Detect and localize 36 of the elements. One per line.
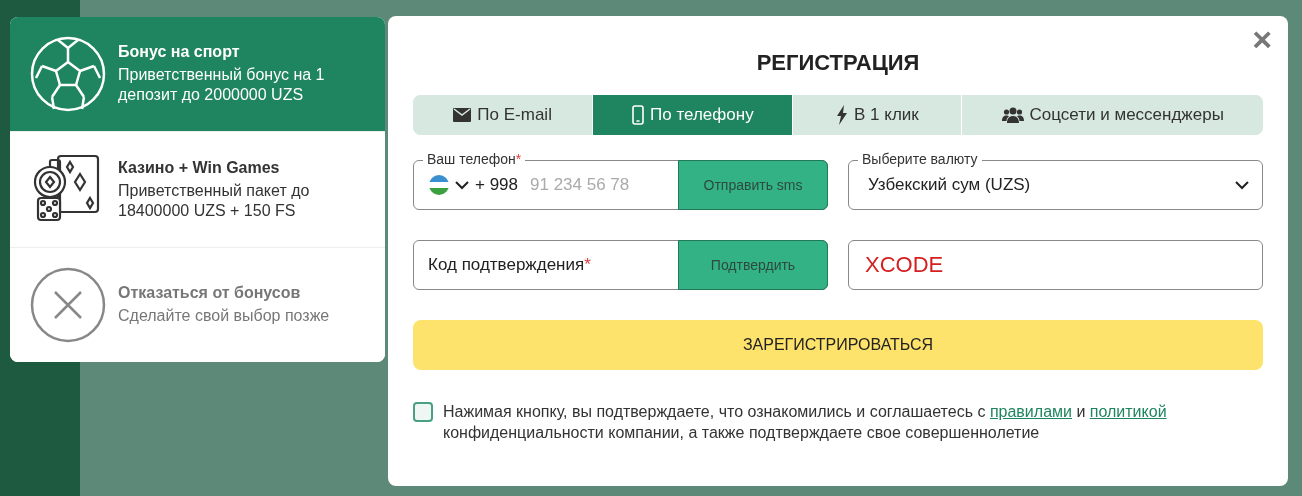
phone-icon — [632, 105, 645, 125]
consent-checkbox[interactable] — [413, 402, 433, 422]
people-icon — [1001, 107, 1024, 123]
bonus-description: Приветственный пакет до 18400000 UZS + 150 FS — [118, 180, 311, 221]
promo-code-field[interactable]: XCODE — [848, 240, 1263, 290]
field-label: Выберите валюту — [858, 151, 982, 168]
consent-text: Нажимая кнопку, вы подтверждаете, что ознакомились и соглашаетесь с правилами и политикой конфиденциальности компании, а также подтверждаете свое совершеннолетие — [443, 402, 1168, 443]
envelope-icon — [453, 108, 472, 122]
soccer-ball-icon — [30, 36, 106, 112]
bonus-title: Казино + Win Games — [118, 158, 281, 177]
phone-field[interactable]: Ваш телефон* + 998 91 234 56 78 Отправить sms — [413, 151, 828, 210]
bonus-title: Отказаться от бонусов — [118, 284, 302, 302]
close-circle-icon — [30, 267, 106, 343]
country-code: + 998 — [475, 175, 518, 195]
bonus-description: Приветственный бонус на 1 депозит до 2000000 UZS — [118, 65, 326, 105]
dialog-title: РЕГИСТРАЦИЯ — [755, 50, 921, 76]
currency-select[interactable]: Выберите валюту Узбекский сум (UZS) — [848, 151, 1263, 210]
registration-tab[interactable]: Соцсети и мессенджеры — [961, 95, 1263, 135]
lightning-icon — [836, 105, 849, 125]
confirm-button[interactable]: Подтвердить — [678, 240, 828, 290]
send-sms-button[interactable]: Отправить sms — [678, 160, 828, 210]
caret-icon — [455, 181, 469, 190]
register-button[interactable]: ЗАРЕГИСТРИРОВАТЬСЯ — [413, 320, 1263, 370]
bonus-description: Сделайте свой выбор позже — [118, 306, 330, 326]
bonus-title: Бонус на спорт — [118, 43, 241, 61]
bonus-option[interactable]: Бонус на спорт Приветственный бонус на 1 депозит до 2000000 UZS — [10, 17, 385, 131]
bonus-option[interactable]: Отказаться от бонусов Сделайте свой выбор позже — [10, 247, 385, 362]
policy-link[interactable]: политикой — [1089, 403, 1167, 420]
code-field[interactable]: Код подтверждения* Подтвердить — [413, 240, 828, 290]
field-label: Ваш телефон* — [423, 151, 526, 168]
rules-link[interactable]: правилами — [989, 403, 1072, 420]
flag-icon — [429, 175, 449, 195]
registration-tab[interactable]: По телефону — [592, 95, 793, 135]
close-button[interactable]: × — [1246, 22, 1278, 56]
chevron-down-icon — [1235, 180, 1249, 190]
field-placeholder: Код подтверждения* — [428, 255, 591, 275]
